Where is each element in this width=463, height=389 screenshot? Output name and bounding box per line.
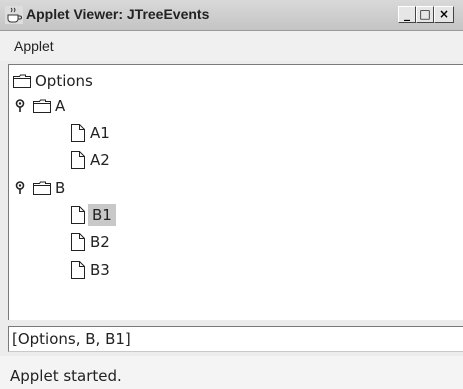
menu-applet[interactable]: Applet xyxy=(14,38,54,54)
applet-viewer-window: Applet Viewer: JTreeEvents _ □ × Applet … xyxy=(0,0,463,389)
tree-node-label: B xyxy=(55,179,66,197)
folder-icon xyxy=(13,74,31,88)
tree-node-label: A2 xyxy=(90,151,110,169)
title-bar[interactable]: Applet Viewer: JTreeEvents _ □ × xyxy=(0,0,463,31)
tree-node-label-selected: B1 xyxy=(88,204,116,226)
tree-view[interactable]: Options A A1 A2 B B1 B2 B3 xyxy=(8,64,463,320)
expanded-handle-icon[interactable] xyxy=(15,99,25,113)
tree-node-label: Options xyxy=(35,72,93,90)
tree-node-label: B3 xyxy=(90,261,110,279)
maximize-button[interactable]: □ xyxy=(416,6,434,23)
java-cup-icon xyxy=(5,6,23,24)
leaf-icon xyxy=(71,151,85,169)
window-title: Applet Viewer: JTreeEvents xyxy=(26,6,210,22)
folder-icon xyxy=(33,181,51,195)
selection-path-field[interactable]: [Options, B, B1] xyxy=(8,326,463,352)
leaf-icon xyxy=(71,206,85,224)
expanded-handle-icon[interactable] xyxy=(15,181,25,195)
minimize-button[interactable]: _ xyxy=(398,6,416,23)
close-button[interactable]: × xyxy=(434,6,454,23)
tree-node-label: A1 xyxy=(90,124,110,142)
menu-bar: Applet xyxy=(0,31,463,61)
tree-node-label: B2 xyxy=(90,233,110,251)
leaf-icon xyxy=(71,233,85,251)
leaf-icon xyxy=(71,124,85,142)
tree-node-label: A xyxy=(55,97,66,115)
applet-status-bar: Applet started. xyxy=(0,356,463,389)
folder-icon xyxy=(33,99,51,113)
leaf-icon xyxy=(71,261,85,279)
applet-status-text: Applet started. xyxy=(10,367,122,385)
selection-path-text: [Options, B, B1] xyxy=(12,330,131,348)
